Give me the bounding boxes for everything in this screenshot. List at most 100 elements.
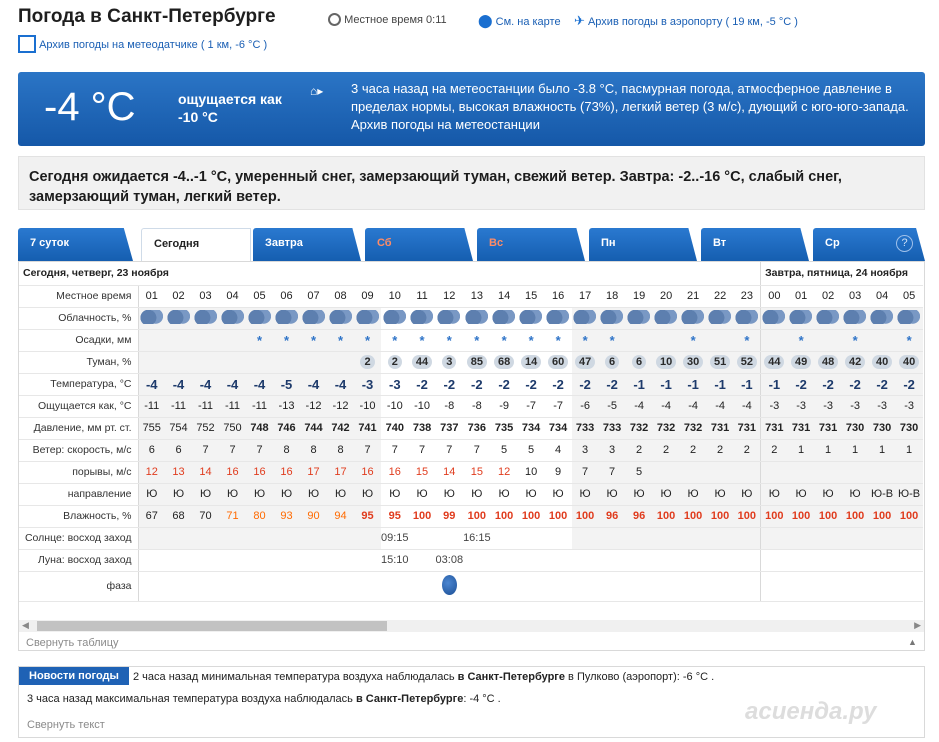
feels-row-cell: -10 — [354, 395, 381, 418]
moon-row-cell — [895, 549, 923, 572]
tab-7-days[interactable]: 7 суток — [18, 228, 133, 261]
temp-row-cell: -2 — [463, 373, 491, 396]
humidity-row-cell: 100 — [706, 505, 734, 528]
sun-row-cell — [517, 527, 545, 550]
temp-row-cell: -2 — [868, 373, 896, 396]
tab-tomorrow[interactable]: Завтра — [253, 228, 361, 261]
station-archive-link[interactable]: Архив погоды на метеодатчике ( 1 км, -6 … — [18, 35, 267, 57]
sun-row-cell — [165, 527, 192, 550]
sun-row-cell — [814, 527, 842, 550]
temp-row-cell: -2 — [571, 373, 599, 396]
gusts-row-cell — [652, 461, 680, 484]
clouds-row-cell — [463, 307, 491, 330]
tab-sun[interactable]: Вс — [477, 228, 585, 261]
sun-row-cell — [733, 527, 761, 550]
clouds-row-cell — [246, 307, 273, 330]
hours-row-cell: 05 — [246, 285, 273, 308]
pressure-row-cell: 731 — [760, 417, 788, 440]
wind-row-cell: 2 — [706, 439, 734, 462]
direction-row-cell: Ю — [517, 483, 545, 506]
temp-row: Температура, °C -4 -4 -4 -4 -4 -5 -4 -4 -3 -3 -2 -2-… — [19, 373, 923, 396]
snowflake-icon: * — [528, 332, 534, 348]
scroll-right-icon[interactable]: ▶ — [914, 620, 921, 631]
scrollbar-thumb[interactable] — [37, 621, 387, 631]
humidity-row-cell: 95 — [354, 505, 381, 528]
hours-row-cell: 03 — [192, 285, 219, 308]
humidity-row-cell: 94 — [327, 505, 354, 528]
tab-sat[interactable]: Сб — [365, 228, 473, 261]
gusts-row-cell: 14 — [192, 461, 219, 484]
airport-archive-link[interactable]: ✈ Архив погоды в аэропорту ( 19 км, -5 °… — [574, 13, 798, 29]
overcast-cloud-icon — [492, 309, 517, 324]
gusts-row-cell: 9 — [544, 461, 572, 484]
day-header: Сегодня, четверг, 23 ноября Завтра, пятни… — [19, 262, 923, 286]
map-link[interactable]: ⬤ См. на карте — [478, 13, 561, 29]
sun-row: Солнце: восход заход 09:15 16:15 — [19, 527, 923, 550]
phase-row-cell — [625, 571, 653, 602]
direction-row-cell: Ю — [381, 483, 409, 506]
help-icon[interactable]: ? — [896, 235, 913, 252]
tab-today[interactable]: Сегодня — [141, 228, 251, 261]
temp-row-cell: -2 — [814, 373, 842, 396]
sun-row-cell — [246, 527, 273, 550]
sun-row-cell — [679, 527, 707, 550]
tab-tue[interactable]: Вт — [701, 228, 809, 261]
fog-row-cell — [165, 351, 192, 374]
tab-mon[interactable]: Пн — [589, 228, 697, 261]
precip-row-label: Осадки, мм — [19, 329, 139, 352]
sun-row-cell — [895, 527, 923, 550]
fog-row-cell: 3 — [435, 351, 464, 374]
collapse-table-link[interactable]: Свернуть таблицу — [26, 637, 119, 649]
phase-row-cell — [327, 571, 354, 602]
horizontal-scrollbar[interactable]: ◀ ▶ — [19, 620, 924, 632]
fog-row-cell: 68 — [490, 351, 518, 374]
tab-wed[interactable]: Ср ? — [813, 228, 925, 261]
fog-row-cell: 6 — [598, 351, 626, 374]
collapse-up-icon[interactable]: ▲ — [908, 637, 917, 647]
phase-row-cell — [408, 571, 436, 602]
moon-row-cell — [327, 549, 354, 572]
overcast-cloud-icon — [897, 309, 922, 324]
gusts-row-cell — [706, 461, 734, 484]
moon-row-cell — [490, 549, 518, 572]
gusts-row-cell — [760, 461, 788, 484]
precip-row-cell: * — [679, 329, 707, 352]
overcast-cloud-icon — [519, 309, 544, 324]
precip-row-cell — [868, 329, 896, 352]
overcast-cloud-icon — [627, 309, 652, 324]
fog-row-cell — [273, 351, 300, 374]
fog-row-cell: 60 — [544, 351, 572, 374]
humidity-row-cell: 95 — [381, 505, 409, 528]
sun-row-cell — [435, 527, 464, 550]
moon-row-cell — [408, 549, 436, 572]
gusts-row-cell: 16 — [273, 461, 300, 484]
pressure-row-cell: 748 — [246, 417, 273, 440]
feels-row-cell: -13 — [273, 395, 300, 418]
clouds-row-cell — [814, 307, 842, 330]
scroll-left-icon[interactable]: ◀ — [22, 620, 29, 631]
temp-row-cell: -1 — [706, 373, 734, 396]
hours-row-cell: 16 — [544, 285, 572, 308]
precip-row-cell: * — [435, 329, 464, 352]
feels-row-cell: -7 — [517, 395, 545, 418]
feels-row-cell: -11 — [246, 395, 273, 418]
feels-row-cell: -8 — [435, 395, 464, 418]
overcast-cloud-icon — [464, 309, 489, 324]
humidity-row-cell: 67 — [138, 505, 165, 528]
feels-row-cell: -11 — [192, 395, 219, 418]
clock-icon — [328, 13, 341, 26]
collapse-text-link[interactable]: Свернуть текст — [27, 719, 105, 731]
wind-row-cell: 7 — [246, 439, 273, 462]
wind-row-cell: 7 — [192, 439, 219, 462]
temp-row-cell: -4 — [165, 373, 192, 396]
gusts-row-cell: 17 — [327, 461, 354, 484]
direction-row-cell: Ю — [544, 483, 572, 506]
temp-row-cell: -1 — [625, 373, 653, 396]
wind-row-cell: 7 — [435, 439, 464, 462]
hours-row-cell: 05 — [895, 285, 923, 308]
temp-row-cell: -2 — [490, 373, 518, 396]
precip-row-cell: * — [246, 329, 273, 352]
hours-row-cell: 03 — [841, 285, 869, 308]
moon-row-cell — [733, 549, 761, 572]
direction-row-cell: Ю — [706, 483, 734, 506]
